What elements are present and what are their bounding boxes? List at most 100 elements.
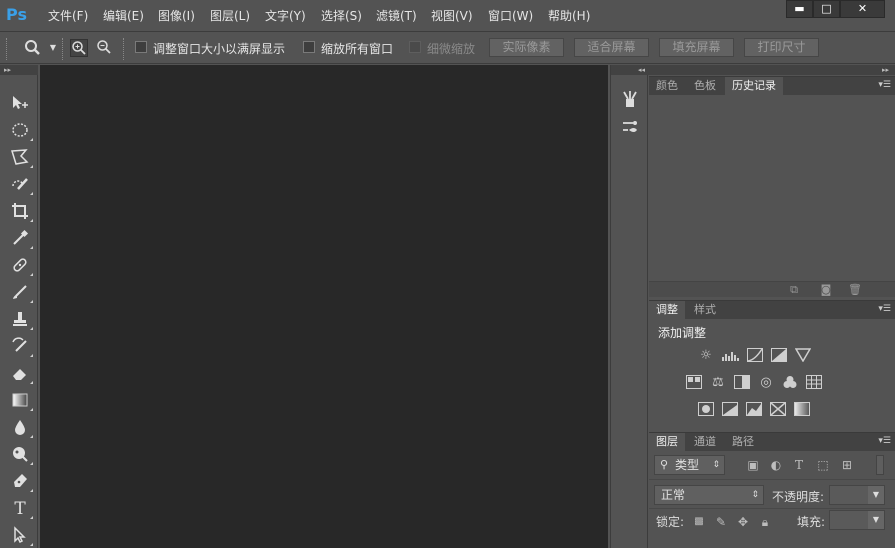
hue-saturation-icon[interactable]: [685, 375, 703, 391]
zoom-in-icon[interactable]: [70, 39, 88, 57]
curves-icon[interactable]: [746, 348, 764, 364]
zoom-all-windows-checkbox[interactable]: [303, 41, 315, 53]
brightness-contrast-icon[interactable]: ☼: [697, 348, 715, 364]
quick-selection-icon[interactable]: [9, 174, 33, 196]
brush-presets-icon[interactable]: [618, 117, 642, 141]
levels-icon[interactable]: [722, 348, 740, 364]
layers-panel-group: 图层 通道 路径 ▾☰ ⚲ 类型 ⇕ ▣ ◐ T ⬚ ⊞ 正常 ⇕ 不透明度:: [649, 432, 895, 548]
polygonal-lasso-icon[interactable]: [9, 147, 33, 169]
lock-transparent-icon[interactable]: ▩: [691, 514, 707, 530]
tools-panel-collapse-icon[interactable]: ▸▸: [0, 65, 38, 75]
photo-filter-icon[interactable]: ◎: [757, 375, 775, 391]
zoom-out-icon[interactable]: [95, 39, 113, 57]
pen-tool-icon[interactable]: [9, 471, 33, 493]
lock-all-icon[interactable]: 🔒︎: [757, 514, 773, 530]
menu-window[interactable]: 窗口(W): [488, 7, 533, 24]
history-brush-icon[interactable]: [9, 336, 33, 358]
dock-expand-icon[interactable]: ◂◂: [611, 65, 649, 75]
camera-icon[interactable]: ◙: [819, 283, 833, 297]
fit-screen-button[interactable]: 适合屏幕: [574, 38, 649, 57]
close-button[interactable]: ✕: [840, 0, 885, 18]
menu-view[interactable]: 视图(V): [431, 7, 473, 24]
type-layer-filter-icon[interactable]: T: [791, 457, 807, 473]
panel-menu-icon[interactable]: ▾☰: [878, 436, 891, 446]
divider: [649, 479, 895, 480]
eyedropper-icon[interactable]: [9, 228, 33, 250]
adjustments-panel-group: 调整 样式 ▾☰ 添加调整 ☼ ⚖ ◎: [649, 300, 895, 430]
tab-swatches[interactable]: 色板: [687, 77, 723, 95]
gradient-icon[interactable]: [9, 390, 33, 412]
tab-color[interactable]: 颜色: [649, 77, 685, 95]
menu-image[interactable]: 图像(I): [158, 7, 195, 24]
tab-channels[interactable]: 通道: [687, 433, 723, 451]
menu-filter[interactable]: 滤镜(T): [376, 7, 417, 24]
color-lookup-icon[interactable]: [805, 375, 823, 391]
lock-image-icon[interactable]: ✎: [713, 514, 729, 530]
invert-icon[interactable]: [697, 402, 715, 418]
blend-mode-dropdown[interactable]: 正常 ⇕: [654, 485, 764, 505]
shape-layer-filter-icon[interactable]: ⬚: [815, 457, 831, 473]
adjustment-layer-filter-icon[interactable]: ◐: [768, 457, 784, 473]
actual-pixels-button[interactable]: 实际像素: [489, 38, 564, 57]
channel-mixer-icon[interactable]: [781, 375, 799, 391]
color-balance-icon[interactable]: ⚖: [709, 375, 727, 391]
maximize-button[interactable]: □: [813, 0, 840, 18]
resize-windows-checkbox[interactable]: [135, 41, 147, 53]
chevron-down-icon[interactable]: ▼: [44, 39, 62, 57]
fill-screen-button[interactable]: 填充屏幕: [659, 38, 734, 57]
move-tool-icon[interactable]: [9, 93, 31, 115]
type-tool-icon[interactable]: T: [9, 498, 33, 520]
tab-history[interactable]: 历史记录: [725, 77, 783, 95]
vibrance-icon[interactable]: [794, 348, 812, 364]
opacity-field[interactable]: ▼: [829, 485, 885, 505]
panels-collapse-icon[interactable]: ▸▸: [649, 65, 895, 75]
chevron-down-icon[interactable]: ▼: [868, 486, 884, 504]
tab-layers[interactable]: 图层: [649, 433, 685, 451]
elliptical-marquee-icon[interactable]: [9, 120, 33, 142]
black-white-icon[interactable]: [733, 375, 751, 391]
clone-stamp-icon[interactable]: [9, 309, 33, 331]
document-workspace[interactable]: [40, 65, 608, 548]
path-selection-icon[interactable]: [9, 525, 33, 547]
smart-object-filter-icon[interactable]: ⊞: [839, 457, 855, 473]
menu-select[interactable]: 选择(S): [321, 7, 362, 24]
eraser-icon[interactable]: [9, 363, 33, 385]
new-document-from-state-icon[interactable]: ⧉: [787, 283, 801, 297]
zoom-tool-preset-icon[interactable]: [24, 39, 42, 57]
scrubby-zoom-checkbox[interactable]: [409, 41, 421, 53]
options-bar-grip[interactable]: [6, 38, 8, 60]
dodge-icon[interactable]: [9, 444, 33, 466]
panel-menu-icon[interactable]: ▾☰: [878, 304, 891, 314]
menu-file[interactable]: 文件(F): [48, 7, 88, 24]
spot-healing-icon[interactable]: [9, 255, 33, 277]
brush-tool-icon[interactable]: [9, 282, 33, 304]
tab-paths[interactable]: 路径: [725, 433, 761, 451]
tab-styles[interactable]: 样式: [687, 301, 723, 319]
pixel-layer-filter-icon[interactable]: ▣: [745, 457, 761, 473]
fill-field[interactable]: ▼: [829, 510, 885, 530]
panel-menu-icon[interactable]: ▾☰: [878, 80, 891, 90]
posterize-icon[interactable]: [721, 402, 739, 418]
chevron-down-icon[interactable]: ▼: [868, 511, 884, 529]
print-size-button[interactable]: 打印尺寸: [744, 38, 819, 57]
filter-toggle-switch[interactable]: [876, 455, 884, 475]
trash-icon[interactable]: 🗑: [848, 283, 862, 297]
menu-layer[interactable]: 图层(L): [210, 7, 250, 24]
exposure-icon[interactable]: [770, 348, 788, 364]
tab-adjustments[interactable]: 调整: [649, 301, 685, 319]
fill-label: 填充:: [797, 515, 826, 529]
history-list[interactable]: [649, 95, 895, 282]
threshold-icon[interactable]: [745, 402, 763, 418]
menu-type[interactable]: 文字(Y): [265, 7, 306, 24]
crop-tool-icon[interactable]: [9, 201, 33, 223]
gradient-map-icon[interactable]: [793, 402, 811, 418]
menu-help[interactable]: 帮助(H): [548, 7, 590, 24]
minimize-button[interactable]: ▬: [786, 0, 813, 18]
lock-position-icon[interactable]: ✥: [735, 514, 751, 530]
layer-filter-dropdown[interactable]: ⚲ 类型 ⇕: [654, 455, 725, 475]
tool-presets-icon[interactable]: [618, 89, 642, 113]
history-panel-group: 颜色 色板 历史记录 ▾☰ ⧉ ◙ 🗑: [649, 76, 895, 297]
selective-color-icon[interactable]: [769, 402, 787, 418]
blur-icon[interactable]: [9, 417, 33, 439]
menu-edit[interactable]: 编辑(E): [103, 7, 144, 24]
